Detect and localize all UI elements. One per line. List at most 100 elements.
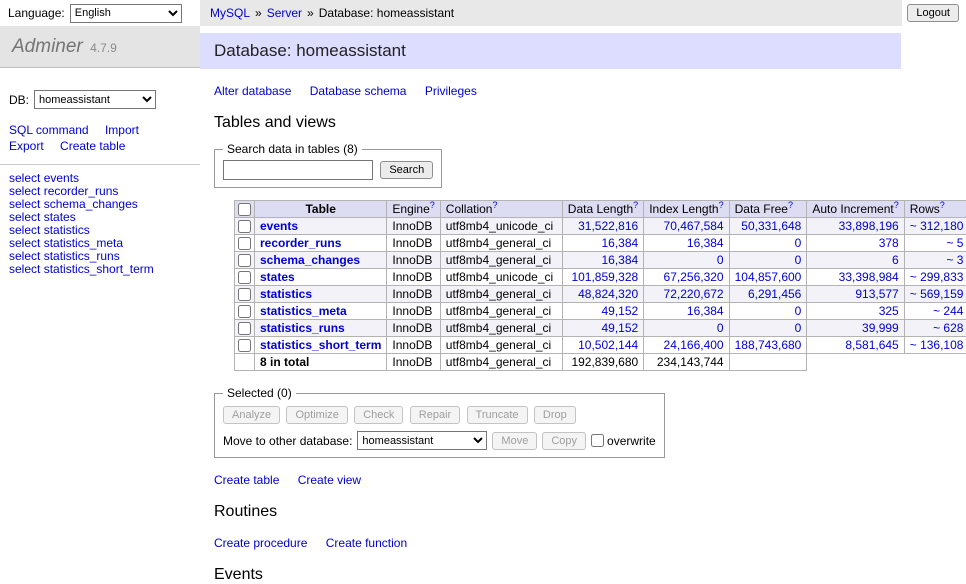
table-name-link[interactable]: statistics: [44, 223, 90, 237]
row-checkbox[interactable]: [238, 288, 251, 301]
help-icon[interactable]: ?: [894, 200, 899, 210]
auto-increment-link[interactable]: 325: [879, 304, 899, 318]
table-name-link[interactable]: recorder_runs: [44, 184, 119, 198]
move-button[interactable]: Move: [492, 432, 537, 450]
select-link[interactable]: select: [9, 236, 40, 250]
privileges-link[interactable]: Privileges: [425, 84, 477, 98]
create-table-link[interactable]: Create table: [214, 473, 279, 487]
rows-count-link[interactable]: ~ 5: [946, 236, 963, 250]
row-checkbox[interactable]: [238, 254, 251, 267]
search-button[interactable]: Search: [380, 161, 433, 179]
rows-count-link[interactable]: ~ 244: [933, 304, 963, 318]
select-link[interactable]: select: [9, 262, 40, 276]
language-select[interactable]: English: [70, 4, 182, 23]
data-length-link[interactable]: 48,824,320: [578, 287, 638, 301]
row-checkbox[interactable]: [238, 271, 251, 284]
drop-button[interactable]: Drop: [534, 406, 576, 424]
help-icon[interactable]: ?: [492, 200, 497, 210]
data-free-link[interactable]: 50,331,648: [741, 219, 801, 233]
auto-increment-link[interactable]: 913,577: [855, 287, 898, 301]
create-table-sidebar-link[interactable]: Create table: [60, 139, 125, 153]
help-icon[interactable]: ?: [788, 200, 793, 210]
index-length-link[interactable]: 16,384: [687, 304, 724, 318]
row-checkbox[interactable]: [238, 322, 251, 335]
rows-count-link[interactable]: ~ 3: [946, 253, 963, 267]
data-free-link[interactable]: 6,291,456: [748, 287, 801, 301]
db-select[interactable]: homeassistant: [34, 90, 156, 109]
auto-increment-link[interactable]: 8,581,645: [845, 338, 898, 352]
data-length-link[interactable]: 16,384: [601, 236, 638, 250]
repair-button[interactable]: Repair: [410, 406, 460, 424]
row-checkbox[interactable]: [238, 339, 251, 352]
import-link[interactable]: Import: [105, 123, 139, 137]
overwrite-checkbox[interactable]: [591, 434, 604, 447]
breadcrumb-mysql-link[interactable]: MySQL: [210, 6, 250, 20]
table-link[interactable]: recorder_runs: [260, 236, 341, 250]
row-checkbox[interactable]: [238, 305, 251, 318]
data-free-link[interactable]: 188,743,680: [735, 338, 802, 352]
table-name-link[interactable]: states: [44, 210, 76, 224]
analyze-button[interactable]: Analyze: [223, 406, 280, 424]
rows-count-link[interactable]: ~ 312,180: [910, 219, 964, 233]
table-link[interactable]: events: [260, 219, 298, 233]
help-icon[interactable]: ?: [430, 200, 435, 210]
data-length-link[interactable]: 101,859,328: [571, 270, 638, 284]
data-length-link[interactable]: 49,152: [601, 321, 638, 335]
index-length-link[interactable]: 0: [717, 321, 724, 335]
table-link[interactable]: statistics_runs: [260, 321, 345, 335]
select-link[interactable]: select: [9, 210, 40, 224]
data-free-link[interactable]: 0: [795, 253, 802, 267]
select-link[interactable]: select: [9, 171, 40, 185]
data-length-link[interactable]: 49,152: [601, 304, 638, 318]
index-length-link[interactable]: 24,166,400: [664, 338, 724, 352]
table-name-link[interactable]: schema_changes: [44, 197, 138, 211]
select-all-checkbox[interactable]: [238, 203, 251, 216]
data-length-link[interactable]: 10,502,144: [578, 338, 638, 352]
table-link[interactable]: statistics_short_term: [260, 338, 381, 352]
logout-button[interactable]: Logout: [907, 4, 959, 22]
data-length-link[interactable]: 31,522,816: [578, 219, 638, 233]
create-procedure-link[interactable]: Create procedure: [214, 536, 307, 550]
table-link[interactable]: statistics: [260, 287, 312, 301]
auto-increment-link[interactable]: 33,398,984: [839, 270, 899, 284]
move-database-select[interactable]: homeassistant: [357, 431, 487, 450]
rows-count-link[interactable]: ~ 136,108: [910, 338, 964, 352]
index-length-link[interactable]: 70,467,584: [664, 219, 724, 233]
table-link[interactable]: schema_changes: [260, 253, 360, 267]
rows-count-link[interactable]: ~ 299,833: [910, 270, 964, 284]
data-free-link[interactable]: 0: [795, 321, 802, 335]
search-input[interactable]: [223, 160, 373, 180]
rows-count-link[interactable]: ~ 628: [933, 321, 963, 335]
export-link[interactable]: Export: [9, 139, 44, 153]
select-link[interactable]: select: [9, 249, 40, 263]
optimize-button[interactable]: Optimize: [286, 406, 347, 424]
index-length-link[interactable]: 16,384: [687, 236, 724, 250]
table-name-link[interactable]: statistics_runs: [44, 249, 120, 263]
data-length-link[interactable]: 16,384: [601, 253, 638, 267]
table-link[interactable]: statistics_meta: [260, 304, 347, 318]
auto-increment-link[interactable]: 33,898,196: [839, 219, 899, 233]
index-length-link[interactable]: 67,256,320: [664, 270, 724, 284]
data-free-link[interactable]: 104,857,600: [735, 270, 802, 284]
table-link[interactable]: states: [260, 270, 295, 284]
data-free-link[interactable]: 0: [795, 304, 802, 318]
table-name-link[interactable]: events: [44, 171, 79, 185]
auto-increment-link[interactable]: 6: [892, 253, 899, 267]
help-icon[interactable]: ?: [940, 200, 945, 210]
alter-database-link[interactable]: Alter database: [214, 84, 291, 98]
copy-button[interactable]: Copy: [542, 432, 586, 450]
help-icon[interactable]: ?: [719, 200, 724, 210]
select-link[interactable]: select: [9, 197, 40, 211]
database-schema-link[interactable]: Database schema: [310, 84, 407, 98]
row-checkbox[interactable]: [238, 220, 251, 233]
table-name-link[interactable]: statistics_short_term: [44, 262, 154, 276]
data-free-link[interactable]: 0: [795, 236, 802, 250]
create-view-link[interactable]: Create view: [298, 473, 361, 487]
select-link[interactable]: select: [9, 223, 40, 237]
sql-command-link[interactable]: SQL command: [9, 123, 89, 137]
rows-count-link[interactable]: ~ 569,159: [910, 287, 964, 301]
index-length-link[interactable]: 72,220,672: [664, 287, 724, 301]
help-icon[interactable]: ?: [633, 200, 638, 210]
truncate-button[interactable]: Truncate: [467, 406, 528, 424]
create-function-link[interactable]: Create function: [326, 536, 407, 550]
